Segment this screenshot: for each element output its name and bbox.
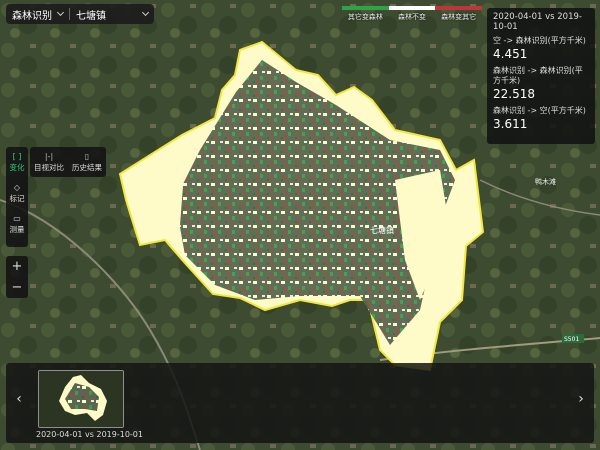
measure-tool-button[interactable]: ▭ 测量 [6,209,28,240]
legend-bar-forest-gain [342,6,389,10]
zoom-in-button[interactable]: + [6,256,28,277]
chevron-down-icon [56,8,65,17]
change-icon: [ ] [12,152,22,161]
town-dropdown[interactable]: 七塘镇 [70,4,154,24]
subtool-label: 历史结果 [72,162,102,172]
timeline-thumbnail[interactable] [38,370,124,428]
legend-label: 其它变森林 [347,13,383,21]
stat-label: 森林识别 -> 空(平方千米) [493,106,586,115]
legend-label: 森林变其它 [441,13,477,21]
tag-icon: ◇ [13,183,21,192]
comparison-period: 2020-04-01 vs 2019-10-01 [493,12,582,32]
chevron-left-icon[interactable]: ‹ [12,391,26,411]
road-badge: S501 [564,336,579,343]
category-value: 森林识别 [12,10,52,22]
legend-label: 森林不变 [398,13,426,21]
map-label-north: 鸭木滩 [535,177,556,186]
legend-bar-forest-loss [435,6,483,10]
stats-panel: 2020-04-01 vs 2019-10-01 空 -> 森林识别(平方千米)… [487,8,595,144]
town-value: 七塘镇 [76,10,106,22]
zoom-controls: + − [6,256,28,298]
tool-label: 测量 [9,225,25,234]
compare-icon: |-| [44,151,54,161]
ruler-icon: ▭ [13,214,21,223]
stat-label: 森林识别 -> 森林识别(平方千米) [493,66,583,85]
chevron-down-icon [141,8,150,17]
stat-value: 22.518 [493,87,535,101]
timeline-strip: ‹ 2020-04-01 vs 2019-10-01 › [6,363,594,443]
visual-compare-button[interactable]: |-| 目视对比 [30,147,68,177]
subtool-label: 目视对比 [34,162,64,172]
thumbnail-image [39,371,123,427]
stat-value: 4.451 [493,47,528,61]
timeline-item-label: 2020-04-01 vs 2019-10-01 [36,430,143,439]
change-tool-button[interactable]: [ ] 变化 [6,147,28,178]
stat-label: 空 -> 森林识别(平方千米) [493,36,586,45]
history-results-button[interactable]: ▯ 历史结果 [68,147,106,177]
change-legend: 其它变森林 森林不变 森林变其它 [342,6,483,22]
chevron-right-icon[interactable]: › [574,391,588,411]
mark-tool-button[interactable]: ◇ 标记 [6,178,28,209]
change-subpanel: |-| 目视对比 ▯ 历史结果 [30,147,106,177]
category-dropdown[interactable]: 森林识别 [6,4,69,24]
tool-label: 变化 [9,163,25,172]
stat-value: 3.611 [493,117,528,131]
zoom-out-button[interactable]: − [6,277,28,298]
legend-bar-forest-unchanged [388,6,436,10]
region-selector: 森林识别 七塘镇 [6,4,154,24]
document-icon: ▯ [84,151,90,161]
map-label-town: 七塘镇 [370,225,394,235]
tool-label: 标记 [9,194,25,203]
tool-rail: [ ] 变化 ◇ 标记 ▭ 测量 [6,147,28,247]
